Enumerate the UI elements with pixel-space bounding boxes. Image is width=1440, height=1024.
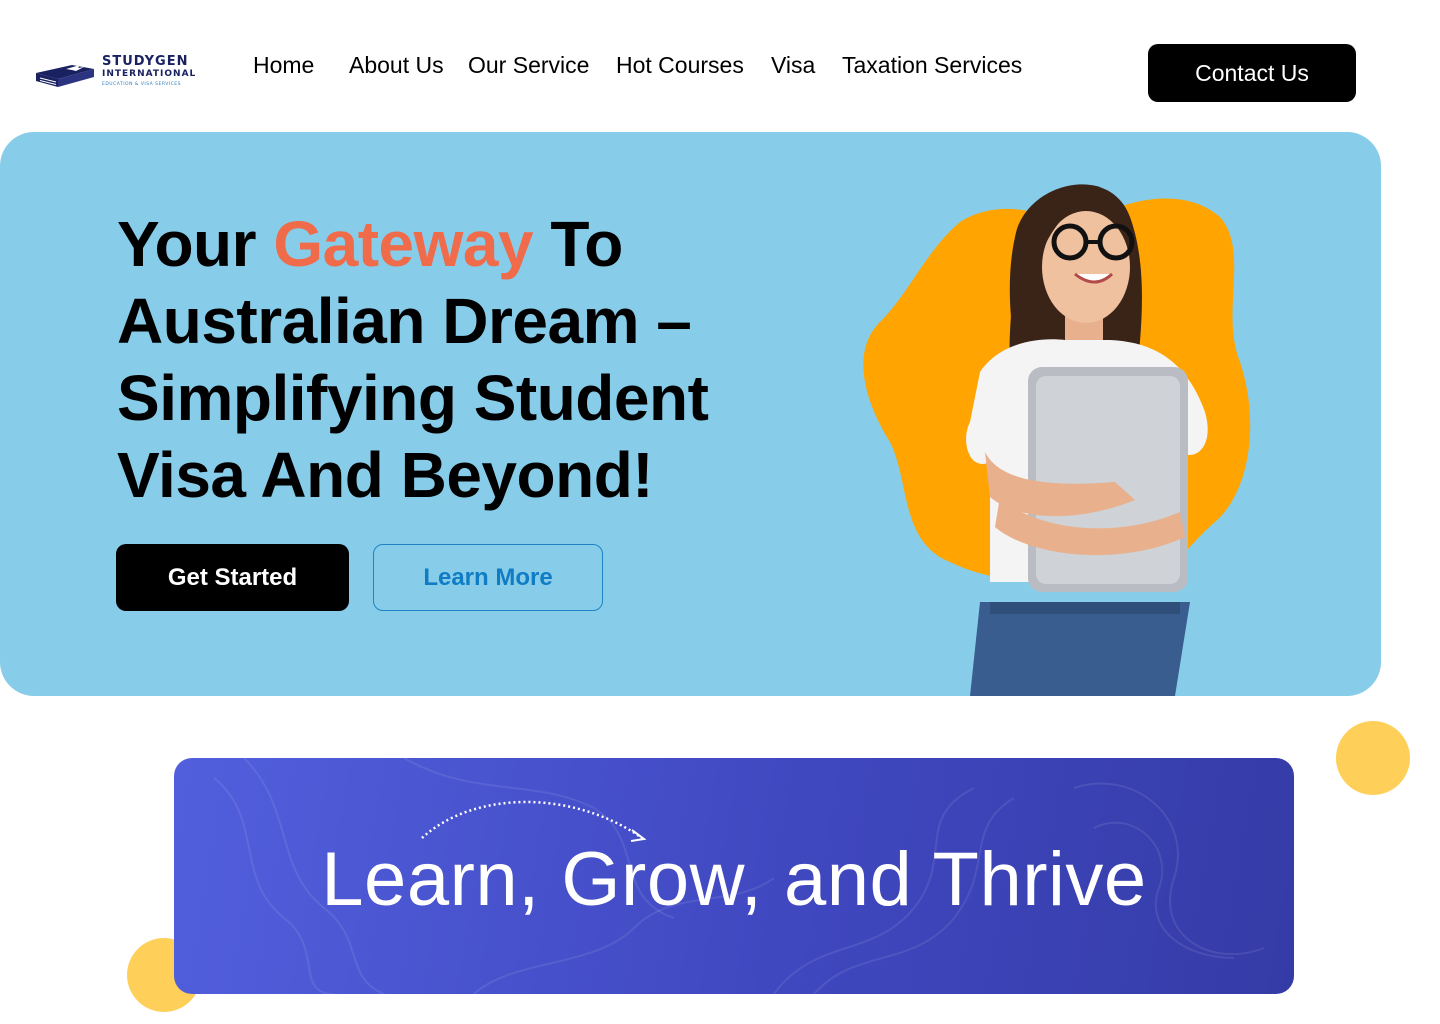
hero-heading: Your Gateway To Australian Dream – Simpl… [117, 206, 817, 514]
brand-name: STUDYGEN [102, 53, 189, 69]
decorative-dot [1336, 721, 1410, 795]
brand-tagline: Education & Visa Services [102, 81, 182, 87]
tagline-banner: Learn, Grow, and Thrive [174, 758, 1294, 994]
nav-item-our-service[interactable]: Our Service [468, 52, 589, 79]
book-plane-logo-icon [36, 65, 94, 87]
hero-heading-accent: Gateway [273, 208, 534, 280]
nav-item-visa[interactable]: Visa [771, 52, 815, 79]
nav-item-taxation-services[interactable]: Taxation Services [842, 52, 1022, 79]
nav-item-home[interactable]: Home [253, 52, 314, 79]
brand-sub: INTERNATIONAL [102, 68, 197, 79]
nav-item-about-us[interactable]: About Us [349, 52, 444, 79]
get-started-button[interactable]: Get Started [116, 544, 349, 611]
brand-logo[interactable]: STUDYGEN INTERNATIONAL Education & Visa … [32, 50, 202, 92]
banner-title: Learn, Grow, and Thrive [321, 837, 1147, 922]
hero-section: Your Gateway To Australian Dream – Simpl… [0, 132, 1381, 696]
contact-us-button[interactable]: Contact Us [1148, 44, 1356, 102]
learn-more-button[interactable]: Learn More [373, 544, 603, 611]
nav-item-hot-courses[interactable]: Hot Courses [616, 52, 744, 79]
hero-heading-part1: Your [117, 208, 274, 280]
student-with-laptop-illustration [863, 184, 1251, 696]
